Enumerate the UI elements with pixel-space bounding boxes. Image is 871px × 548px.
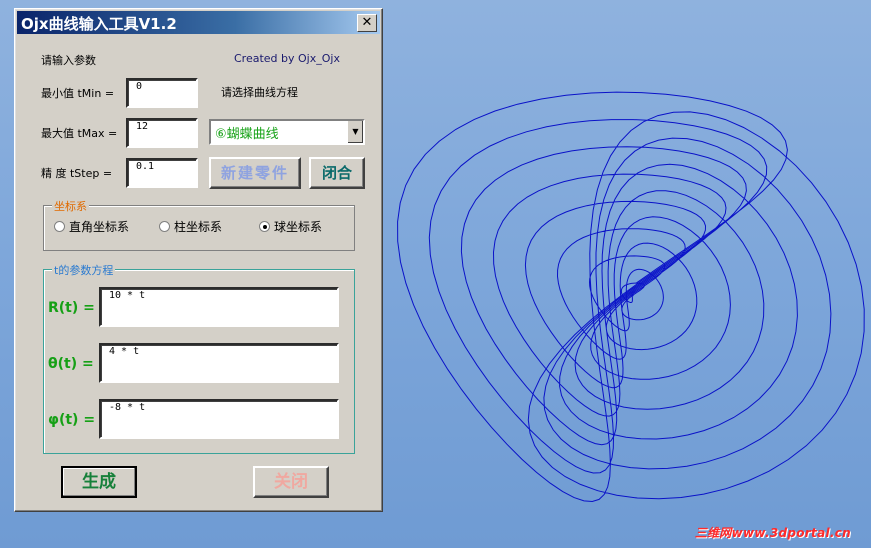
- equation-selected: ⑥蝴蝶曲线: [215, 127, 279, 142]
- radio-circle-icon: [54, 221, 65, 232]
- theta-input[interactable]: 4 * t: [99, 343, 339, 383]
- new-part-button[interactable]: 新建零件: [209, 157, 301, 189]
- radio-circle-icon: [159, 221, 170, 232]
- theta-label: θ(t) =: [48, 356, 94, 372]
- tmax-input[interactable]: 12: [126, 118, 198, 148]
- tstep-input[interactable]: 0.1: [126, 158, 198, 188]
- close-button[interactable]: 关闭: [253, 466, 329, 498]
- equation-dropdown[interactable]: ⑥蝴蝶曲线 ▼: [209, 119, 365, 145]
- generate-button[interactable]: 生成: [61, 466, 137, 498]
- phi-input[interactable]: -8 * t: [99, 399, 339, 439]
- radio-spherical[interactable]: 球坐标系: [259, 218, 322, 235]
- close-loop-button[interactable]: 闭合: [309, 157, 365, 189]
- tmin-label: 最小值 tMin =: [41, 87, 115, 100]
- credit-text: Created by Ojx_Ojx: [234, 52, 340, 65]
- input-params-label: 请输入参数: [41, 54, 96, 67]
- radio-cartesian[interactable]: 直角坐标系: [54, 218, 129, 235]
- curve-input-dialog: Ojx曲线输入工具V1.2 ✕ 请输入参数 Created by Ojx_Ojx…: [14, 8, 383, 512]
- r-label: R(t) =: [48, 300, 95, 316]
- equations-title: t的参数方程: [52, 262, 116, 278]
- tmax-label: 最大值 tMax =: [41, 127, 118, 140]
- title-bar[interactable]: Ojx曲线输入工具V1.2 ✕: [17, 11, 380, 34]
- window-title: Ojx曲线输入工具V1.2: [21, 15, 177, 33]
- coord-system-group: 坐标系 直角坐标系 柱坐标系 球坐标系: [43, 198, 355, 251]
- equation-select-label: 请选择曲线方程: [221, 86, 298, 99]
- radio-selected-icon: [259, 221, 270, 232]
- tmin-input[interactable]: 0: [126, 78, 198, 108]
- phi-label: φ(t) =: [48, 412, 96, 428]
- coord-system-title: 坐标系: [52, 198, 89, 214]
- watermark: 三维网www.3dportal.cn: [694, 526, 851, 540]
- r-input[interactable]: 10 * t: [99, 287, 339, 327]
- close-icon[interactable]: ✕: [357, 14, 377, 32]
- radio-cylindrical[interactable]: 柱坐标系: [159, 218, 222, 235]
- chevron-down-icon[interactable]: ▼: [347, 121, 363, 143]
- curve-path: [397, 91, 865, 503]
- tstep-label: 精 度 tStep =: [41, 167, 113, 180]
